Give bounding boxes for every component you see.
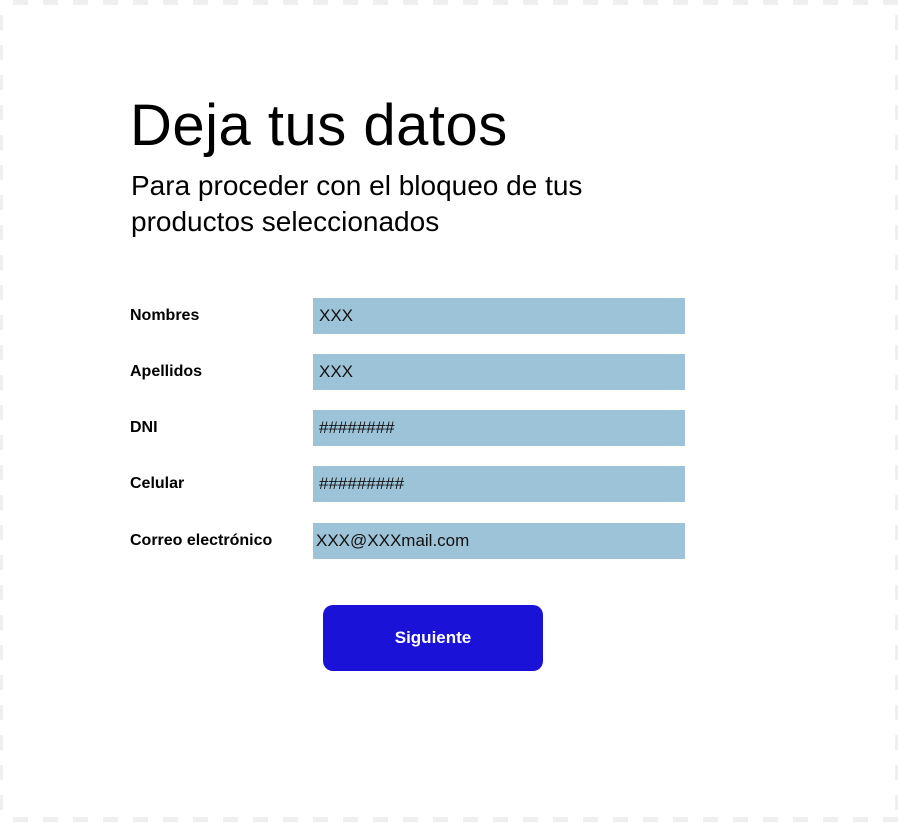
nombres-input[interactable] bbox=[313, 298, 685, 334]
form-row-dni: DNI bbox=[130, 410, 690, 446]
celular-input[interactable] bbox=[313, 466, 685, 502]
correo-label: Correo electrónico bbox=[130, 532, 273, 549]
siguiente-button[interactable]: Siguiente bbox=[323, 605, 543, 671]
apellidos-label: Apellidos bbox=[130, 363, 203, 380]
frame-border-left bbox=[0, 0, 3, 822]
page-subtitle: Para proceder con el bloqueo de tus prod… bbox=[131, 170, 583, 237]
nombres-label: Nombres bbox=[130, 307, 200, 324]
form-row-correo: Correo electrónico bbox=[130, 523, 690, 559]
form-row-celular: Celular bbox=[130, 466, 690, 502]
frame-border-bottom bbox=[0, 817, 898, 822]
form-row-nombres: Nombres bbox=[130, 298, 690, 334]
apellidos-input[interactable] bbox=[313, 354, 685, 390]
page-title: Deja tus datos bbox=[130, 93, 508, 158]
form-row-apellidos: Apellidos bbox=[130, 354, 690, 390]
correo-input[interactable] bbox=[313, 523, 685, 559]
celular-label: Celular bbox=[130, 475, 185, 492]
dni-input[interactable] bbox=[313, 410, 685, 446]
frame-border-top bbox=[0, 0, 898, 5]
dni-label: DNI bbox=[130, 419, 158, 436]
